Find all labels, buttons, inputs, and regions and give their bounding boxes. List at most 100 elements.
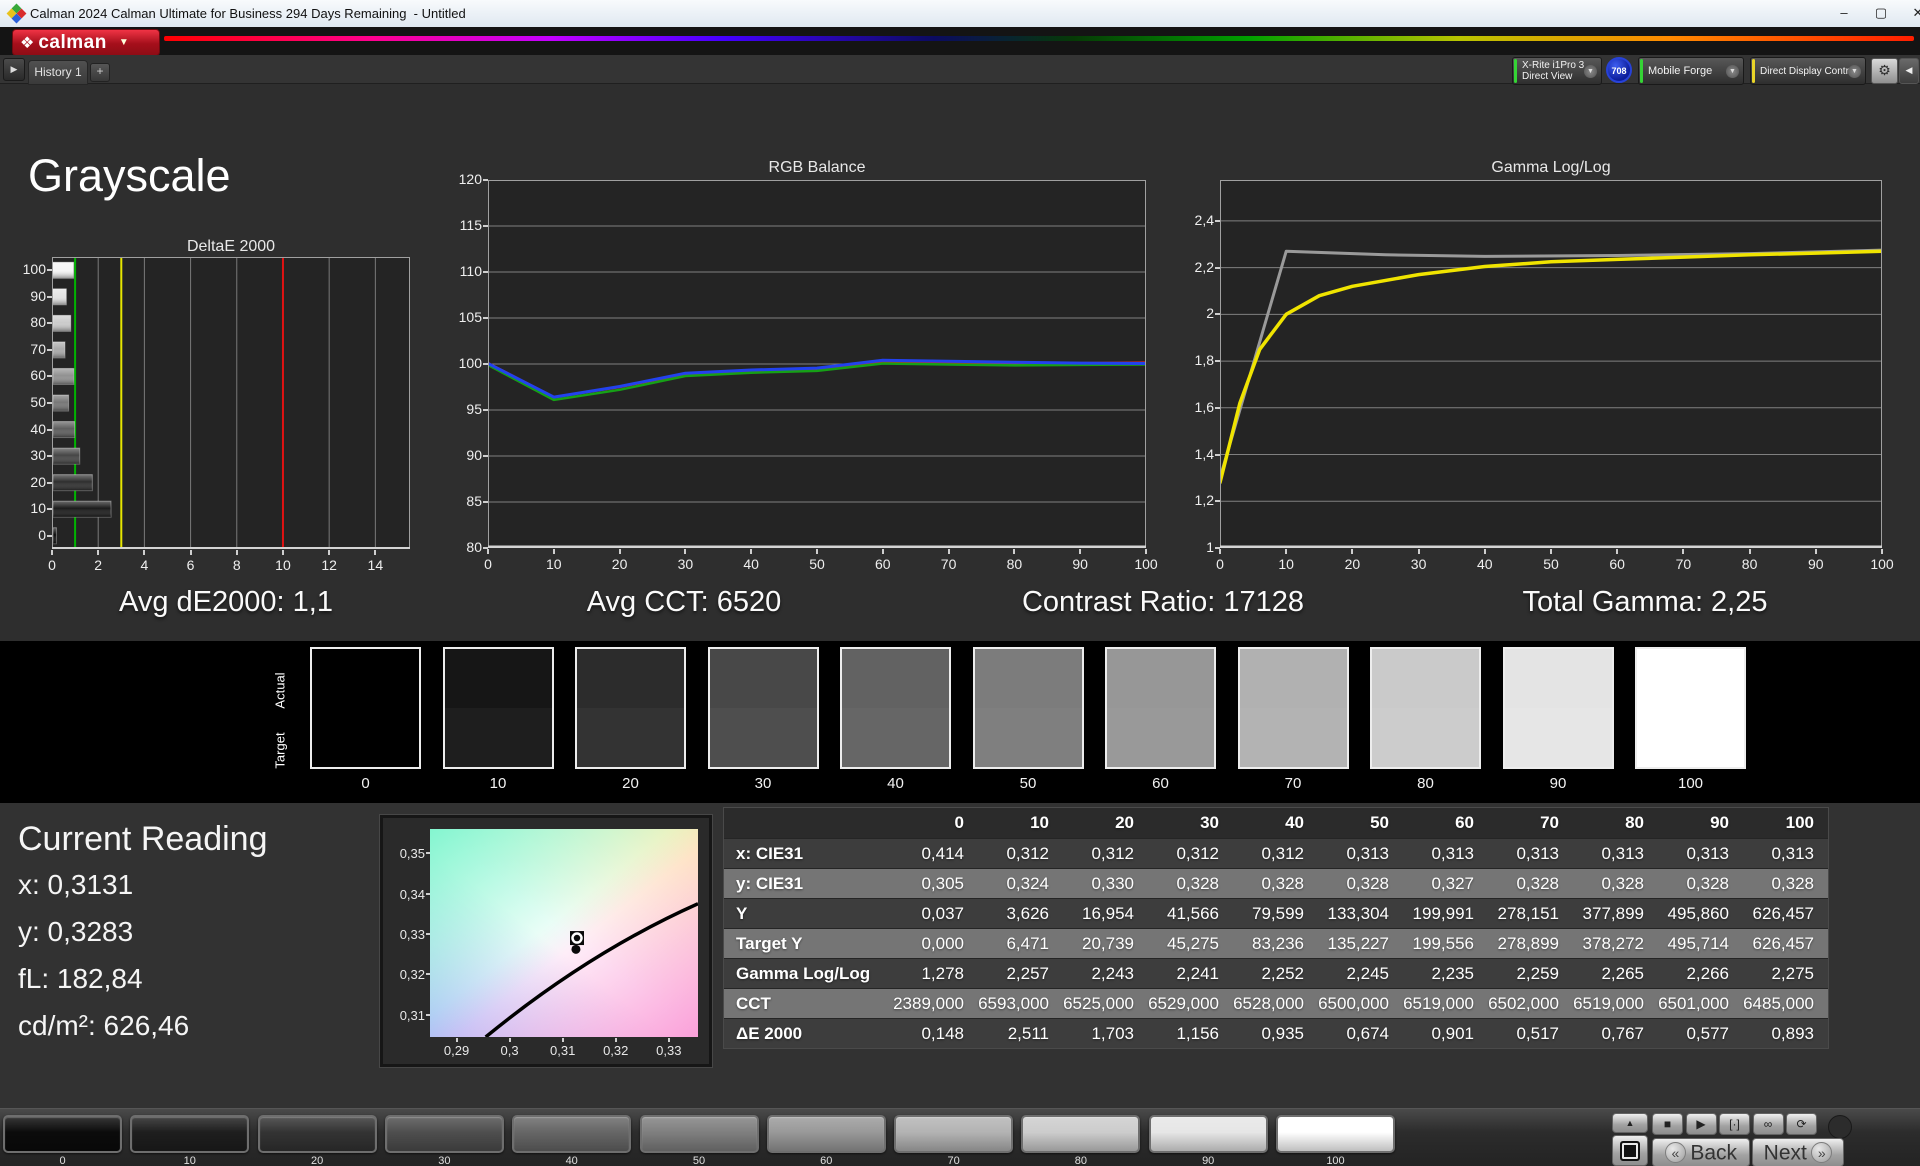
meter-label: X-Rite i1Pro 3 Direct View (1522, 60, 1584, 82)
table-cell: 1,156 (1148, 1024, 1233, 1044)
grayscale-swatch-90 (1503, 647, 1614, 769)
pattern-level-button-50[interactable] (640, 1115, 759, 1153)
tab-history-1[interactable]: History 1 (28, 60, 88, 85)
gamma-ytick-label: 2 (1172, 305, 1214, 321)
back-button[interactable]: « Back (1652, 1138, 1750, 1166)
table-cell: 133,304 (1318, 904, 1403, 924)
pattern-level-button-60[interactable] (767, 1115, 886, 1153)
pattern-level-button-100[interactable] (1276, 1115, 1395, 1153)
rgb-xtick-label: 80 (997, 556, 1031, 572)
pattern-level-label: 70 (894, 1155, 1013, 1166)
next-button[interactable]: Next » (1752, 1138, 1844, 1166)
gamma-ytick-label: 1,8 (1172, 352, 1214, 368)
table-cell: 0,328 (1148, 874, 1233, 894)
grayscale-swatch-50 (973, 647, 1084, 769)
maximize-button[interactable]: ▢ (1864, 0, 1898, 26)
table-cell: 199,991 (1403, 904, 1488, 924)
tab-scroll-left-button[interactable]: ▶ (3, 58, 25, 81)
status-indicator (1828, 1115, 1852, 1139)
cie-xtick-label: 0,32 (598, 1043, 634, 1058)
pattern-level-button-20[interactable] (258, 1115, 377, 1153)
add-tab-button[interactable]: + (90, 63, 110, 82)
calman-menu-button[interactable]: ❖ calman ▼ (12, 29, 160, 56)
deltae-plot (52, 257, 410, 549)
expand-pattern-button[interactable]: ▲ (1612, 1113, 1648, 1133)
play-icon: ▶ (1696, 1117, 1705, 1131)
play-button[interactable]: ▶ (1686, 1113, 1717, 1135)
table-cell: 278,899 (1488, 934, 1573, 954)
rgb-ytick-label: 95 (440, 401, 482, 417)
grayscale-swatch-strip: Actual Target 0102030405060708090100 (0, 641, 1920, 803)
pattern-level-button-40[interactable] (512, 1115, 631, 1153)
rgb-ytick-label: 115 (440, 217, 482, 233)
table-row-label: CCT (724, 994, 893, 1014)
table-cell: 2,511 (978, 1024, 1063, 1044)
source-dropdown[interactable]: Mobile Forge ▼ (1638, 57, 1744, 85)
rainbow-divider (164, 36, 1914, 41)
minimize-button[interactable]: – (1827, 0, 1861, 26)
deltae-chart-title: DeltaE 2000 (52, 238, 410, 256)
table-cell: 0,312 (978, 844, 1063, 864)
cie-ytick-label: 0,34 (389, 887, 425, 902)
pattern-level-button-30[interactable] (385, 1115, 504, 1153)
pattern-level-button-10[interactable] (130, 1115, 249, 1153)
table-cell: 377,899 (1573, 904, 1658, 924)
table-cell: 6528,000 (1233, 994, 1318, 1014)
gamma-ytick-label: 1,4 (1172, 446, 1214, 462)
table-cell: 0,312 (1233, 844, 1318, 864)
page-title: Grayscale (28, 150, 231, 202)
table-cell: 0,330 (1063, 874, 1148, 894)
pattern-window-button[interactable] (1612, 1135, 1648, 1166)
stop-button[interactable]: ■ (1652, 1113, 1683, 1135)
display-control-dropdown[interactable]: Direct Display Control ▼ (1750, 57, 1866, 85)
gamma-xtick-label: 80 (1733, 556, 1767, 572)
table-cell: 199,556 (1403, 934, 1488, 954)
pattern-level-button-80[interactable] (1021, 1115, 1140, 1153)
rgb-xtick-label: 100 (1129, 556, 1163, 572)
table-cell: 6525,000 (1063, 994, 1148, 1014)
pattern-level-button-90[interactable] (1149, 1115, 1268, 1153)
gamma-xtick-label: 40 (1468, 556, 1502, 572)
deltae-xtick-label: 4 (129, 557, 159, 573)
gamma-xtick-label: 50 (1534, 556, 1568, 572)
pattern-level-button-70[interactable] (894, 1115, 1013, 1153)
table-header-cell: 20 (1063, 813, 1148, 833)
swatch-level-label: 10 (443, 775, 554, 792)
gamma-plot (1220, 180, 1882, 548)
table-header-cell: 90 (1658, 813, 1743, 833)
table-header-cell: 40 (1233, 813, 1318, 833)
settings-button[interactable]: ⚙ (1871, 58, 1898, 84)
table-cell: 83,236 (1233, 934, 1318, 954)
collapse-panel-button[interactable]: ◀ (1899, 58, 1919, 84)
deltae-xtick-label: 14 (360, 557, 390, 573)
swatch-level-label: 30 (708, 775, 819, 792)
measurement-table: 0102030405060708090100x: CIE310,4140,312… (723, 807, 1829, 1049)
swatch-actual-half (1637, 649, 1744, 708)
rgb-xtick-label: 10 (537, 556, 571, 572)
deltae-2000-chart: DeltaE 2000 1009080706050403020100024681… (0, 236, 430, 588)
table-cell: 0,313 (1403, 844, 1488, 864)
measure-button[interactable]: [·] (1719, 1113, 1750, 1135)
table-cell: 2,257 (978, 964, 1063, 984)
meter-dropdown[interactable]: X-Rite i1Pro 3 Direct View ▼ (1512, 57, 1602, 85)
gamma-ytick-label: 1,2 (1172, 492, 1214, 508)
meter-id-badge[interactable]: 708 (1606, 57, 1632, 83)
cie-xtick-label: 0,29 (439, 1043, 475, 1058)
pattern-level-label: 90 (1149, 1155, 1268, 1166)
up-arrow-icon: ▲ (1626, 1118, 1635, 1128)
table-cell: 0,324 (978, 874, 1063, 894)
grayscale-swatch-70 (1238, 647, 1349, 769)
table-cell: 6,471 (978, 934, 1063, 954)
pattern-level-button-0[interactable] (3, 1115, 122, 1153)
close-button[interactable]: ✕ (1901, 0, 1920, 26)
pattern-level-label: 20 (258, 1155, 377, 1166)
calman-diamond-icon: ❖ (20, 33, 34, 53)
table-cell: 0,517 (1488, 1024, 1573, 1044)
refresh-button[interactable]: ⟳ (1786, 1113, 1817, 1135)
rgb-ytick-label: 85 (440, 493, 482, 509)
rgb-balance-chart: RGB Balance 1201151101051009590858001020… (436, 159, 1196, 589)
continuous-button[interactable]: ∞ (1753, 1113, 1784, 1135)
table-cell: 2,243 (1063, 964, 1148, 984)
swatch-target-half (1240, 708, 1347, 767)
deltae-xtick-label: 12 (314, 557, 344, 573)
